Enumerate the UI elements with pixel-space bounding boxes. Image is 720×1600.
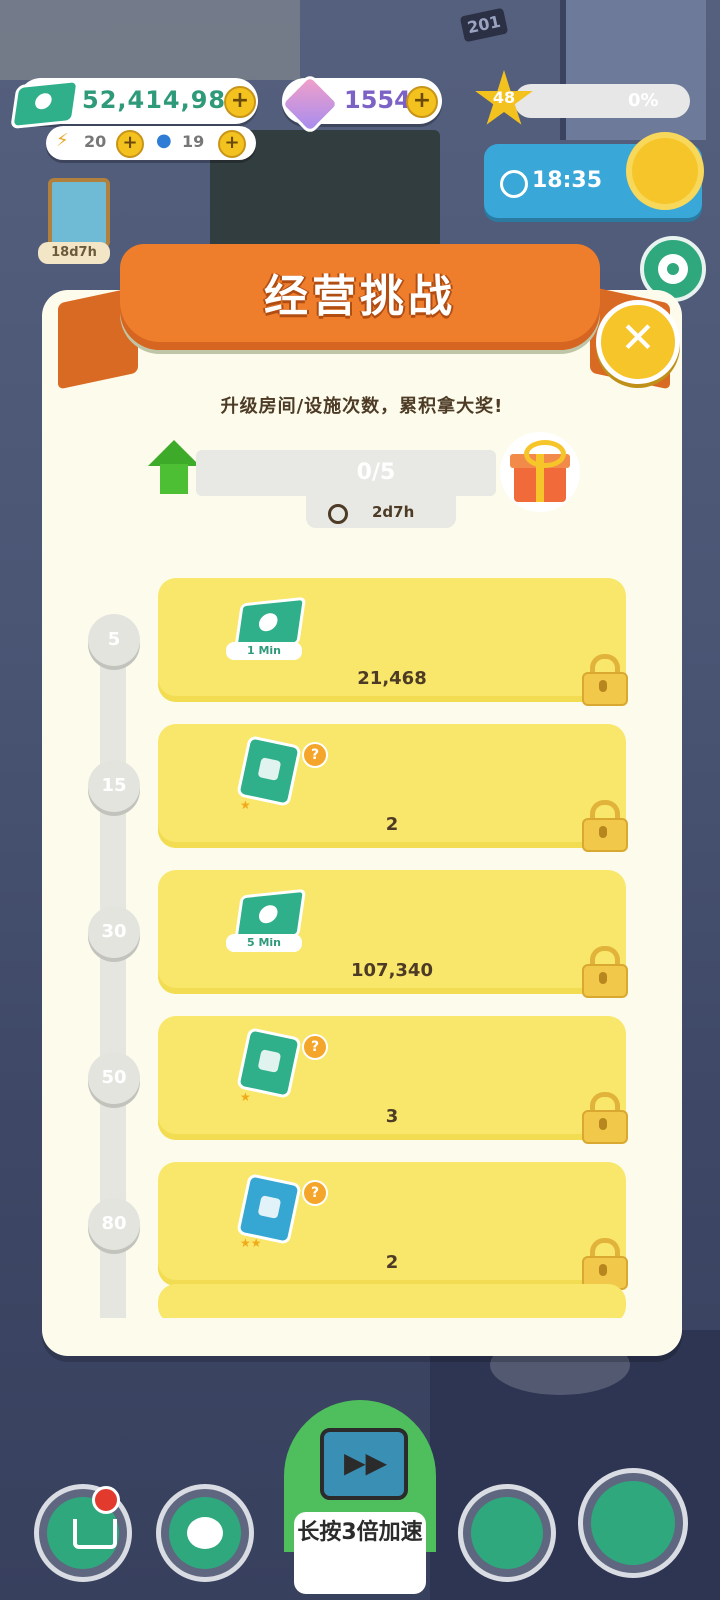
reward-amount: 2	[385, 814, 399, 835]
modal-subtitle: 升级房间/设施次数，累积拿大奖!	[220, 396, 504, 417]
clock-icon	[500, 170, 528, 198]
milestone-threshold: 50	[88, 1052, 140, 1104]
challenge-progress-bar: 0/5	[196, 450, 496, 496]
clock-icon	[328, 504, 348, 524]
add-gems-button[interactable]: +	[406, 86, 438, 118]
milestone-threshold: 5	[88, 614, 140, 666]
gem-counter: 1554 +	[278, 72, 442, 136]
lock-icon	[582, 1238, 628, 1290]
home-edit-button[interactable]	[578, 1468, 688, 1578]
lock-icon	[582, 800, 628, 852]
milestone-threshold: 30	[88, 906, 140, 958]
lightning-icon: ⚡	[56, 130, 69, 151]
close-button[interactable]: ✕	[596, 300, 680, 384]
milestone-row: 30 5 Min 107,340	[42, 870, 682, 1016]
add-energy-button[interactable]: +	[116, 130, 144, 158]
water-drop-icon: ●	[156, 130, 172, 151]
clock-time: 18:35	[532, 168, 603, 193]
help-icon[interactable]: ?	[302, 742, 328, 768]
money-counter: 52,414,980 +	[10, 78, 258, 130]
add-water-button[interactable]: +	[218, 130, 246, 158]
level-progress-percent: 0%	[628, 90, 659, 111]
help-icon[interactable]: ?	[302, 1180, 328, 1206]
reward-amount: 21,468	[357, 668, 427, 689]
milestone-list[interactable]: 5 1 Min 21,468 15 ★ ? 2 30 5 Min 107,340…	[42, 560, 682, 1318]
grand-prize-gift-button[interactable]	[500, 432, 580, 512]
add-money-button[interactable]: +	[224, 86, 256, 118]
speed-up-label: 长按3倍加速	[297, 1520, 423, 1545]
milestone-threshold: 15	[88, 760, 140, 812]
gear-icon	[658, 254, 688, 284]
notification-badge	[92, 1486, 120, 1514]
lock-icon	[582, 1092, 628, 1144]
milestone-threshold: 80	[88, 1198, 140, 1250]
reward-duration-tag: 1 Min	[226, 642, 302, 660]
house-icon	[591, 1481, 675, 1565]
modal-title: 经营挑战	[264, 271, 456, 322]
resource-counters: ⚡ 20 + ● 19 +	[46, 126, 256, 160]
milestone-row: 5 1 Min 21,468	[42, 578, 682, 724]
challenge-timer: 2d7h	[306, 496, 456, 528]
reward-amount: 107,340	[351, 960, 433, 981]
money-value: 52,414,980	[82, 86, 244, 114]
challenge-timer-value: 2d7h	[372, 503, 415, 521]
gem-value: 1554	[344, 86, 411, 114]
sun-icon	[632, 138, 698, 204]
modal-banner: 经营挑战	[120, 244, 600, 350]
event-book-button[interactable]: 18d7h	[38, 178, 110, 264]
cash-icon	[10, 78, 80, 130]
lock-icon	[582, 654, 628, 706]
rarity-star-icon: ★	[240, 798, 251, 812]
rarity-star-icon: ★★	[240, 1236, 262, 1250]
event-book-timer: 18d7h	[38, 242, 110, 264]
milestone-row: 15 ★ ? 2	[42, 724, 682, 870]
build-tools-button[interactable]	[458, 1484, 556, 1582]
help-icon[interactable]: ?	[302, 1034, 328, 1060]
reward-duration-tag: 5 Min	[226, 934, 302, 952]
wrench-hammer-icon	[471, 1497, 543, 1569]
book-icon	[48, 178, 110, 248]
social-button[interactable]	[156, 1484, 254, 1582]
reward-amount: 3	[385, 1106, 399, 1127]
energy-value: 20	[84, 132, 107, 151]
shopping-cart-icon	[73, 1519, 117, 1549]
upgrade-arrow-icon	[148, 440, 200, 500]
lock-icon	[582, 946, 628, 998]
fast-forward-icon: ▶▶	[344, 1446, 388, 1479]
close-icon: ✕	[620, 313, 656, 362]
smiley-icon	[187, 1517, 223, 1549]
reward-amount: 2	[385, 1252, 399, 1273]
level-progress[interactable]: 0% 48	[475, 70, 700, 125]
milestone-card-partial	[158, 1284, 626, 1318]
level-progress-bar	[514, 84, 690, 118]
speed-up-button[interactable]: ▶▶ 长按3倍加速	[284, 1400, 436, 1594]
rarity-star-icon: ★	[240, 1090, 251, 1104]
player-level: 48	[492, 88, 516, 107]
milestone-row: 50 ★ ? 3	[42, 1016, 682, 1162]
background-room	[0, 0, 300, 80]
water-value: 19	[182, 132, 205, 151]
